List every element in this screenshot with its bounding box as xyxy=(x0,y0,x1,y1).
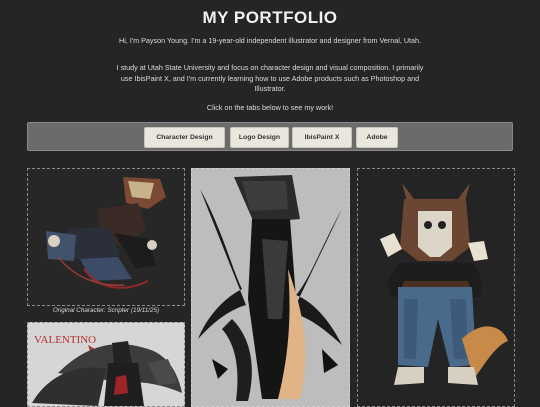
intro-paragraph-2: I study at Utah State University and foc… xyxy=(116,63,424,93)
intro-paragraph-1: Hi, I'm Payson Young. I'm a 19-year-old … xyxy=(119,36,421,45)
tab-ibispaint-x[interactable]: IbisPaint X xyxy=(292,127,352,148)
artwork-valentino-image: VALENTINO xyxy=(28,323,184,406)
tab-character-design[interactable]: Character Design xyxy=(144,127,225,148)
page-title: MY PORTFOLIO xyxy=(202,8,338,27)
intro-paragraph-3: Click on the tabs below to see my work! xyxy=(206,103,334,112)
artwork-caption: Original Character: Scripter (19/11/25) xyxy=(52,307,160,314)
tab-logo-design[interactable]: Logo Design xyxy=(230,127,289,148)
valentino-heading: VALENTINO xyxy=(34,334,96,346)
artwork-winged-figure-image xyxy=(192,169,349,406)
artwork-winged-figure[interactable] xyxy=(191,168,350,407)
artwork-valentino[interactable]: VALENTINO xyxy=(27,322,185,407)
artwork-scripter[interactable] xyxy=(27,168,185,306)
tab-bar: Character Design Logo Design IbisPaint X… xyxy=(27,122,513,151)
artwork-skull-character-image xyxy=(358,169,514,406)
artwork-scripter-image xyxy=(28,169,184,305)
artwork-skull-character[interactable] xyxy=(357,168,515,407)
tab-adobe[interactable]: Adobe xyxy=(356,127,398,148)
